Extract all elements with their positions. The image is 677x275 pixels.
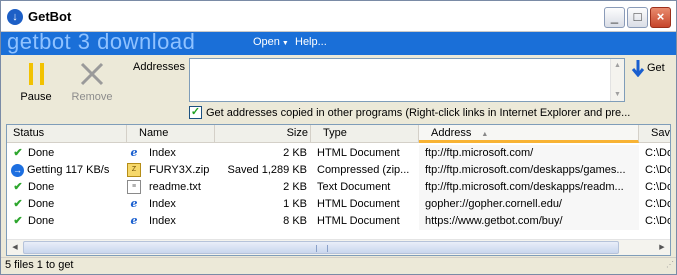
table-row[interactable]: ✔ Done ≡ readme.txt 2 KB Text Document ftp…	[7, 179, 670, 196]
row-name: FURY3X.zip	[149, 164, 210, 176]
horizontal-scrollbar[interactable]: ◀ ▶	[7, 239, 670, 255]
column-header-type[interactable]: Type	[311, 125, 419, 143]
row-address: ftp://ftp.microsoft.com/deskapps/games..…	[419, 162, 639, 179]
download-icon: →	[11, 163, 24, 177]
menu-open-label: Open	[253, 36, 280, 48]
row-size: 2 KB	[283, 147, 307, 159]
copied-addresses-label: Get addresses copied in other programs (…	[206, 106, 631, 119]
close-button[interactable]: ×	[650, 7, 671, 28]
row-size: 8 KB	[283, 215, 307, 227]
row-type: HTML Document	[317, 147, 400, 159]
row-size: 1 KB	[283, 198, 307, 210]
menu-help[interactable]: Help...	[295, 36, 327, 48]
remove-label: Remove	[71, 91, 113, 103]
column-header-address[interactable]: Address ▲	[419, 125, 639, 143]
window-title: GetBot	[28, 9, 72, 24]
row-name: Index	[149, 198, 176, 210]
minimize-button[interactable]: _	[604, 7, 625, 28]
row-save: C:\Doc	[645, 181, 670, 193]
check-icon: ✔	[13, 215, 23, 227]
check-icon: ✔	[13, 181, 23, 193]
get-label: Get	[647, 62, 665, 74]
row-save: C:\Doc	[645, 164, 670, 176]
table-row[interactable]: ✔ Done e Index 8 KB HTML Document https://…	[7, 213, 670, 230]
row-save: C:\Doc	[645, 147, 670, 159]
sort-ascending-icon: ▲	[481, 131, 489, 138]
row-save: C:\Doc	[645, 215, 670, 227]
row-status: Done	[28, 147, 55, 159]
row-type: Compressed (zip...	[317, 164, 410, 176]
check-icon: ✔	[13, 198, 23, 210]
check-icon: ✔	[13, 147, 23, 159]
status-text: 5 files 1 to get	[5, 259, 74, 271]
row-name: readme.txt	[149, 181, 201, 193]
resize-grip-icon[interactable]: ⋰	[666, 257, 674, 272]
text-file-icon: ≡	[127, 180, 141, 195]
checkbox-checked-icon[interactable]: ✓	[189, 106, 202, 119]
downloads-table: Status Name Size Type Address ▲ Save ✔ Don…	[6, 124, 671, 256]
get-button[interactable]: Get	[631, 59, 665, 77]
scroll-right-icon[interactable]: ▶	[655, 242, 669, 254]
app-download-icon: ↓	[7, 9, 23, 25]
zip-icon: Z	[127, 163, 141, 178]
pause-icon	[13, 59, 59, 89]
column-header-size[interactable]: Size	[215, 125, 311, 143]
column-header-save[interactable]: Save	[639, 125, 670, 143]
table-header: Status Name Size Type Address ▲ Save	[7, 125, 670, 143]
row-address: ftp://ftp.microsoft.com/	[419, 145, 639, 162]
scroll-down-icon[interactable]: ▼	[613, 90, 622, 99]
row-address: ftp://ftp.microsoft.com/deskapps/readm..…	[419, 179, 639, 196]
row-address: gopher://gopher.cornell.edu/	[419, 196, 639, 213]
table-row[interactable]: ✔ Done e Index 1 KB HTML Document gopher:/…	[7, 196, 670, 213]
scroll-up-icon[interactable]: ▲	[613, 61, 622, 70]
row-status: Getting 117 KB/s	[27, 164, 110, 176]
addresses-input[interactable]: ▲ ▼	[189, 58, 625, 102]
row-size: Saved 1,289 KB	[227, 164, 307, 176]
remove-button[interactable]: Remove	[69, 59, 115, 109]
pause-button[interactable]: Pause	[13, 59, 59, 109]
chevron-down-icon: ▼	[279, 40, 289, 47]
pause-label: Pause	[20, 91, 52, 103]
addresses-scrollbar[interactable]: ▲ ▼	[610, 59, 624, 101]
row-status: Done	[28, 181, 55, 193]
scroll-left-icon[interactable]: ◀	[8, 242, 22, 254]
addresses-label: Addresses	[133, 61, 185, 73]
row-status: Done	[28, 198, 55, 210]
row-save: C:\Doc	[645, 198, 670, 210]
row-name: Index	[149, 147, 176, 159]
copied-addresses-option[interactable]: ✓ Get addresses copied in other programs…	[189, 106, 630, 119]
row-name: Index	[149, 215, 176, 227]
column-header-status[interactable]: Status	[7, 125, 127, 143]
menu-open[interactable]: Open ▼	[253, 36, 289, 48]
row-size: 2 KB	[283, 181, 307, 193]
row-status: Done	[28, 215, 55, 227]
row-type: Text Document	[317, 181, 391, 193]
table-row[interactable]: → Getting 117 KB/s Z FURY3X.zip Saved 1,28…	[7, 162, 670, 179]
brand-banner: getbot 3 download Open ▼ Help...	[1, 29, 676, 55]
column-header-name[interactable]: Name	[127, 125, 215, 143]
title-bar: ↓ GetBot _ □ ×	[1, 1, 676, 32]
down-arrow-icon	[631, 60, 645, 77]
column-header-address-label: Address	[431, 127, 472, 139]
status-bar: 5 files 1 to get ⋰	[1, 257, 676, 274]
toolbar: Pause Remove Addresses ▲ ▼ Get ✓ Get add…	[1, 55, 676, 123]
row-type: HTML Document	[317, 198, 400, 210]
brand-logo-text: getbot 3 download	[7, 29, 196, 54]
table-row[interactable]: ✔ Done e Index 2 KB HTML Document ftp://ft…	[7, 145, 670, 162]
maximize-button[interactable]: □	[627, 7, 648, 28]
ie-icon: e	[130, 197, 138, 211]
x-icon	[69, 59, 115, 89]
ie-icon: e	[130, 146, 138, 160]
row-type: HTML Document	[317, 215, 400, 227]
row-address: https://www.getbot.com/buy/	[419, 213, 639, 230]
scrollbar-thumb[interactable]	[23, 241, 619, 254]
getbot-window: ↓ GetBot _ □ × getbot 3 download Open ▼ …	[0, 0, 677, 275]
ie-icon: e	[130, 214, 138, 228]
grip-icon	[316, 245, 328, 252]
